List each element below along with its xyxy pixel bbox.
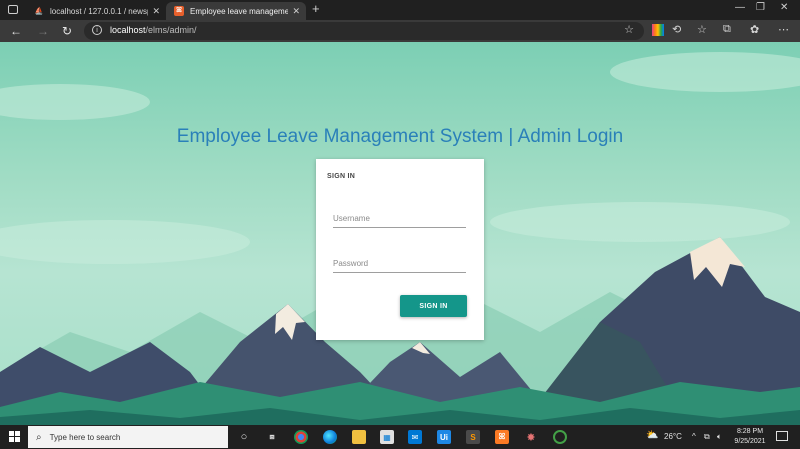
new-tab-icon[interactable]: + [312,1,320,16]
ui-app-icon[interactable]: Ui [437,430,451,444]
windows-start-icon[interactable] [9,431,21,443]
url-host: localhost [110,25,146,35]
login-heading: SIGN IN [327,173,356,180]
browser-tab-strip: ⛵ localhost / 127.0.0.1 / newsporta ✕ ꕤ … [0,0,800,20]
tab-label: Employee leave management sys [190,6,289,16]
username-input[interactable] [333,209,466,228]
more-menu-icon[interactable]: ⋯ [778,23,789,36]
sign-in-button[interactable]: SIGN IN [400,295,467,317]
color-extension-icon[interactable] [652,24,664,36]
notification-center-icon[interactable] [776,431,788,441]
browser-toolbar: ← → ↻ i localhost/elms/admin/ ☆ ⟲ ☆ ⧉ ✿ … [0,20,800,42]
chevron-up-icon[interactable]: ^ [692,432,696,441]
edge-icon[interactable] [323,430,337,444]
info-icon[interactable]: i [92,25,102,35]
favorites-icon[interactable]: ☆ [697,23,707,36]
cortana-icon[interactable]: ○ [237,430,251,444]
collections-icon[interactable]: ⧉ [723,23,731,36]
profile-avatar-icon[interactable]: ✿ [750,23,759,36]
file-explorer-icon[interactable] [352,430,366,444]
system-clock[interactable]: 8:28 PM 9/25/2021 [728,427,772,447]
password-input[interactable] [333,254,466,273]
volume-icon[interactable]: 🔈︎ [717,432,722,442]
login-page: Employee Leave Management System | Admin… [0,42,800,425]
search-placeholder: Type here to search [49,432,121,442]
tab-phpmyadmin[interactable]: ⛵ localhost / 127.0.0.1 / newsporta ✕ [26,2,166,20]
windows-taskbar: ⌕ Type here to search ○ ⧈ ▦ ✉ Ui S ꕤ ✸ ⛅… [0,425,800,449]
tab-label: localhost / 127.0.0.1 / newsporta [50,6,148,16]
close-window-icon[interactable]: ✕ [780,2,788,13]
weather-icon[interactable]: ⛅ [646,430,658,441]
xampp-taskbar-icon[interactable]: ꕤ [495,430,509,444]
close-icon[interactable]: ✕ [292,6,300,17]
sync-app-icon[interactable] [553,430,567,444]
page-title: Employee Leave Management System | Admin… [176,126,624,147]
minimize-icon[interactable]: — [735,2,745,13]
login-card: SIGN IN SIGN IN [316,159,484,340]
restore-icon[interactable]: ❐ [756,2,765,13]
clock-time: 8:28 PM [736,428,764,435]
back-icon[interactable]: ← [10,23,22,39]
url-path: /elms/admin/ [145,25,197,35]
spider-app-icon[interactable]: ✸ [524,430,538,444]
extension-icon[interactable]: ⟲ [672,23,681,36]
sublime-text-icon[interactable]: S [466,430,480,444]
forward-icon[interactable]: → [37,23,49,39]
tab-actions-icon[interactable] [8,5,18,14]
url-text[interactable]: localhost/elms/admin/ [110,25,197,35]
phpmyadmin-icon: ⛵ [34,8,44,15]
tab-elms[interactable]: ꕤ Employee leave management sys ✕ [166,2,306,20]
weather-temp[interactable]: 26°C [664,432,682,441]
chrome-icon[interactable] [294,430,308,444]
close-icon[interactable]: ✕ [152,6,160,17]
task-view-icon[interactable]: ⧈ [265,430,279,444]
clock-date: 9/25/2021 [734,438,766,445]
network-icon[interactable]: ⧉ [704,432,710,442]
favorite-star-icon[interactable]: ☆ [624,23,634,36]
taskbar-search-box[interactable]: ⌕ Type here to search [28,426,228,448]
address-bar[interactable]: i localhost/elms/admin/ ☆ [84,22,644,40]
store-icon[interactable]: ▦ [380,430,394,444]
xampp-icon: ꕤ [174,6,184,16]
search-icon: ⌕ [36,431,42,443]
refresh-icon[interactable]: ↻ [62,23,72,39]
mail-icon[interactable]: ✉ [408,430,422,444]
